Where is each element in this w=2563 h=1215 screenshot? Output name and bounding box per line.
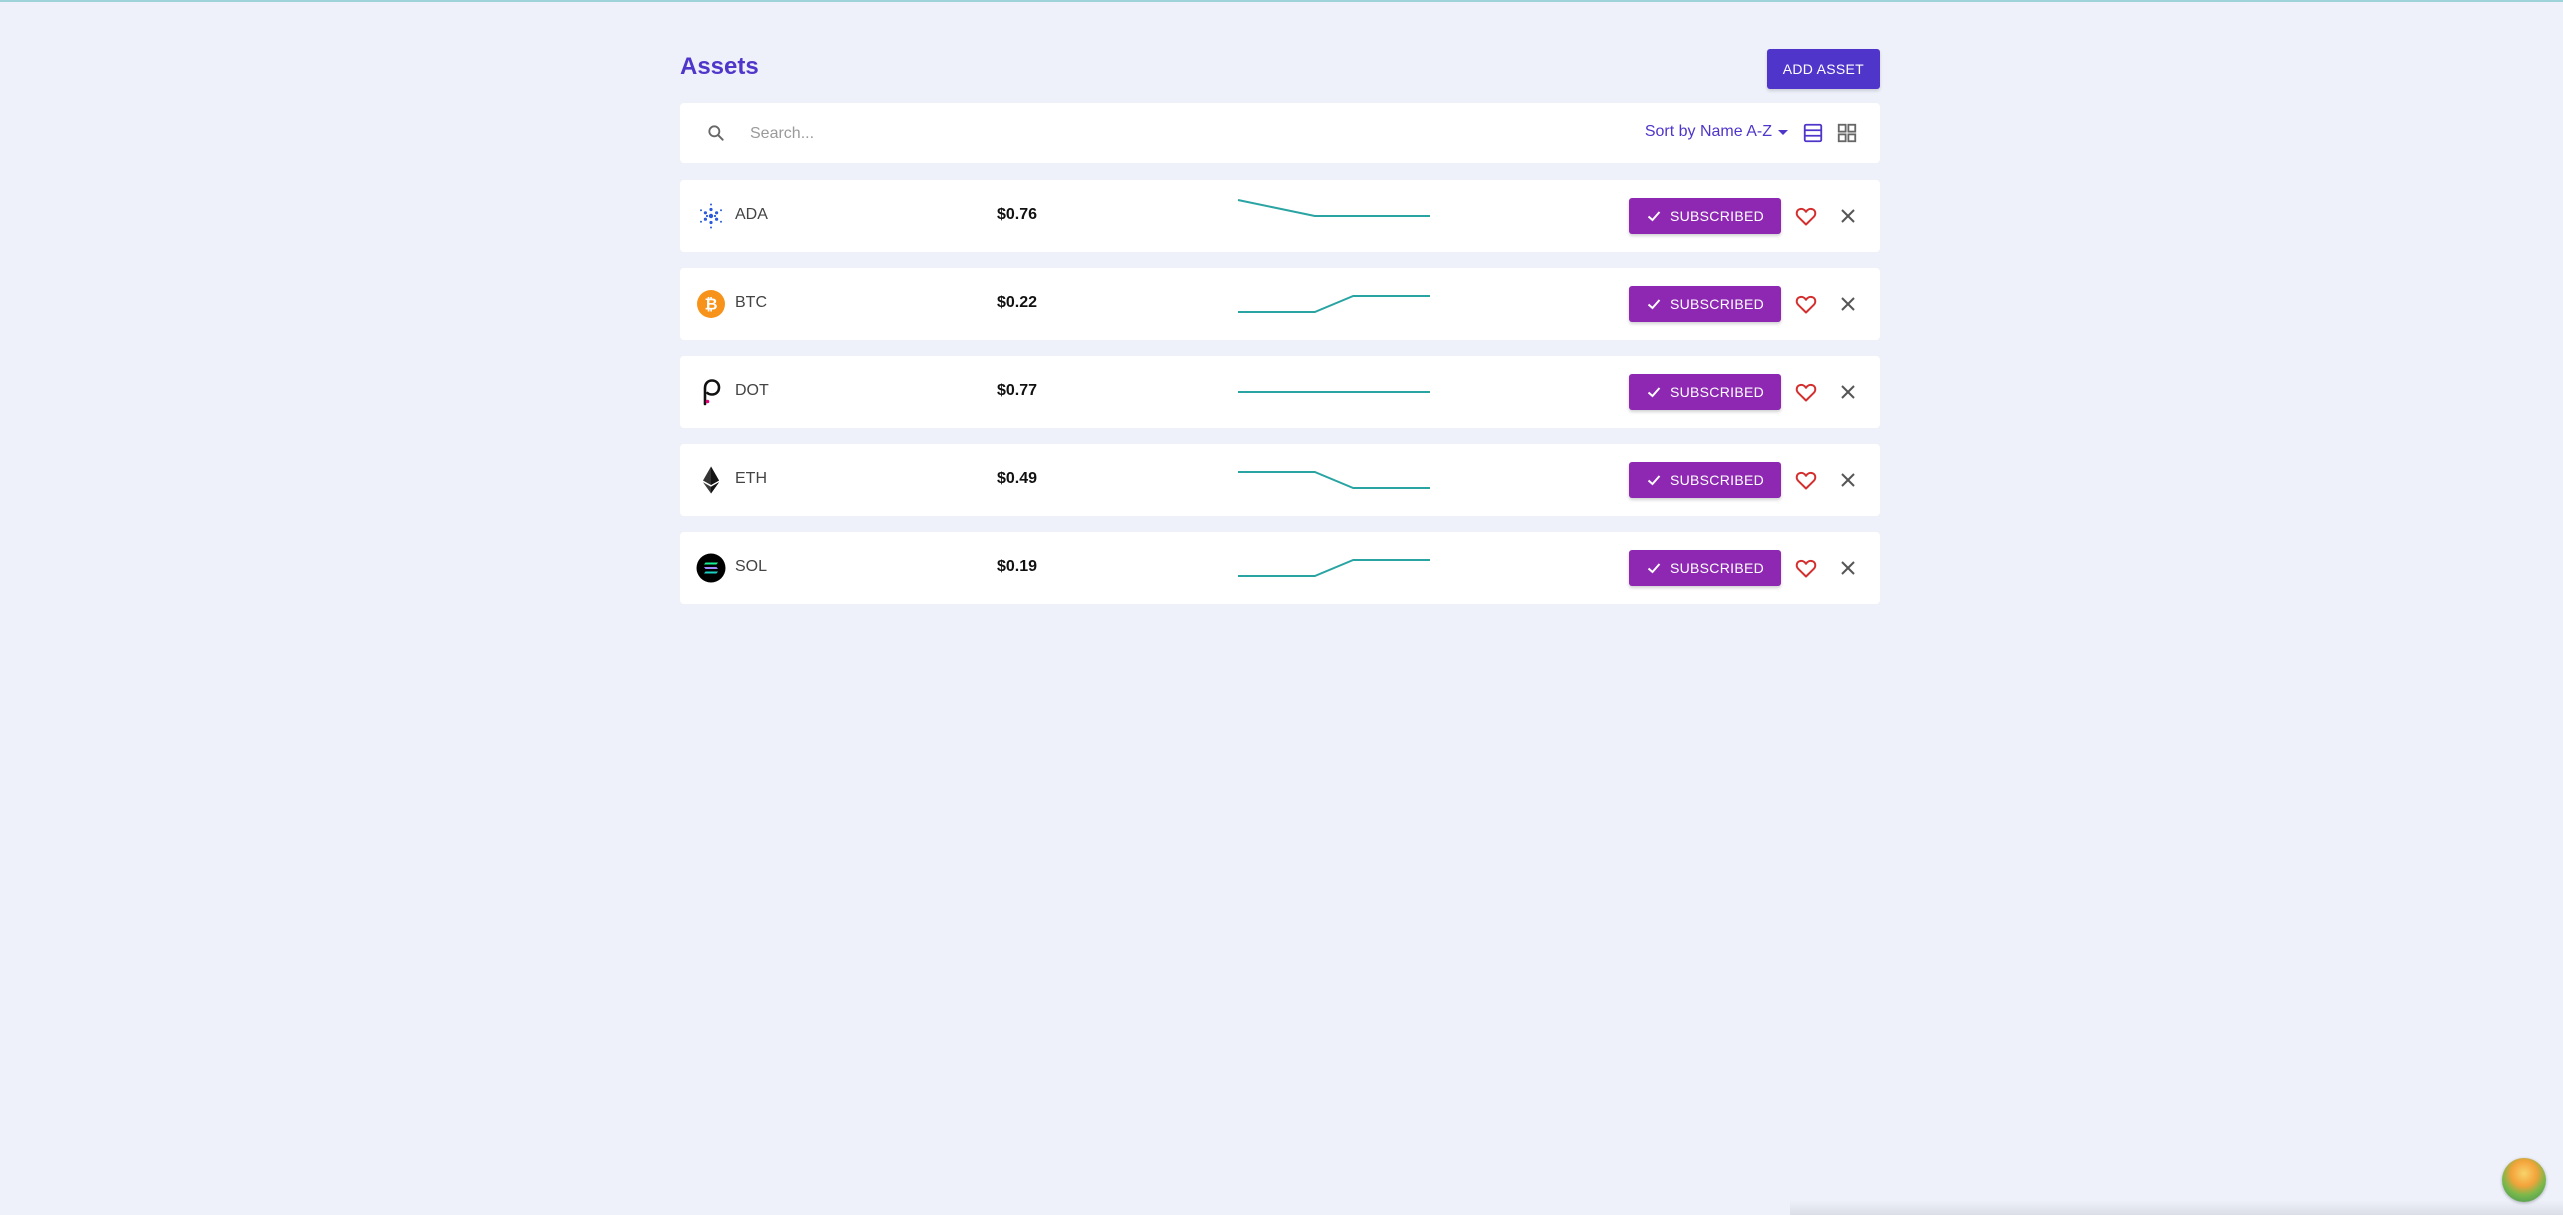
asset-price: $0.77	[996, 382, 1038, 399]
subscribed-button[interactable]: SUBSCRIBED	[1629, 462, 1781, 498]
search-input[interactable]	[748, 117, 1452, 151]
asset-row-dot[interactable]: DOT $0.77 SUBSCRIBED	[680, 356, 1880, 428]
add-asset-button[interactable]: ADD ASSET	[1766, 49, 1880, 89]
svg-text:₿: ₿	[704, 295, 717, 314]
subscribed-button[interactable]: SUBSCRIBED	[1629, 374, 1781, 410]
subscribed-label: SUBSCRIBED	[1669, 560, 1765, 576]
subscribed-label: SUBSCRIBED	[1669, 384, 1765, 400]
asset-price: $0.22	[996, 294, 1038, 311]
price-sparkline	[1238, 391, 1430, 393]
favorite-heart-icon[interactable]	[1794, 204, 1818, 228]
remove-close-icon[interactable]	[1836, 380, 1860, 404]
subscribed-label: SUBSCRIBED	[1669, 296, 1765, 312]
chevron-down-icon	[1778, 129, 1788, 135]
asset-symbol: ADA	[735, 206, 768, 223]
asset-price: $0.19	[996, 558, 1038, 575]
sort-dropdown[interactable]: Sort by Name A-Z	[1645, 123, 1788, 141]
asset-row-btc[interactable]: ₿ BTC $0.22 SUBSCRIBED	[680, 268, 1880, 340]
remove-close-icon[interactable]	[1836, 292, 1860, 316]
price-sparkline	[1238, 559, 1430, 577]
asset-symbol: DOT	[735, 382, 769, 399]
asset-row-eth[interactable]: ETH $0.49 SUBSCRIBED	[680, 444, 1880, 516]
price-sparkline	[1238, 295, 1430, 313]
favorite-heart-icon[interactable]	[1794, 292, 1818, 316]
search-toolbar: Sort by Name A-Z	[680, 103, 1880, 163]
asset-row-sol[interactable]: SOL $0.19 SUBSCRIBED	[680, 532, 1880, 604]
solana-icon	[696, 553, 726, 583]
check-icon	[1647, 299, 1661, 310]
avatar[interactable]	[2502, 1158, 2546, 1202]
subscribed-button[interactable]: SUBSCRIBED	[1629, 198, 1781, 234]
subscribed-label: SUBSCRIBED	[1669, 208, 1765, 224]
bottom-edge-shadow	[1790, 1200, 2563, 1215]
subscribed-label: SUBSCRIBED	[1669, 472, 1765, 488]
list-view-icon[interactable]	[1802, 122, 1824, 144]
asset-list: ADA $0.76 SUBSCRIBED ₿ BTC $0.22 SUBSCRI…	[680, 180, 1880, 620]
window-top-border	[0, 0, 2563, 2]
bitcoin-icon: ₿	[697, 290, 725, 318]
asset-price: $0.76	[996, 206, 1038, 223]
asset-price: $0.49	[996, 470, 1038, 487]
favorite-heart-icon[interactable]	[1794, 468, 1818, 492]
check-icon	[1647, 563, 1661, 574]
remove-close-icon[interactable]	[1836, 556, 1860, 580]
remove-close-icon[interactable]	[1836, 468, 1860, 492]
search-icon	[708, 125, 724, 141]
favorite-heart-icon[interactable]	[1794, 380, 1818, 404]
price-sparkline	[1237, 199, 1430, 217]
remove-close-icon[interactable]	[1836, 204, 1860, 228]
page-header: Assets ADD ASSET	[680, 49, 1880, 91]
asset-symbol: ETH	[735, 470, 767, 487]
subscribed-button[interactable]: SUBSCRIBED	[1629, 550, 1781, 586]
grid-view-icon[interactable]	[1836, 122, 1858, 144]
cardano-icon	[700, 203, 722, 229]
check-icon	[1647, 475, 1661, 486]
asset-symbol: SOL	[735, 558, 768, 575]
asset-row-ada[interactable]: ADA $0.76 SUBSCRIBED	[680, 180, 1880, 252]
asset-symbol: BTC	[735, 294, 767, 311]
page-title: Assets	[680, 53, 759, 80]
subscribed-button[interactable]: SUBSCRIBED	[1629, 286, 1781, 322]
check-icon	[1647, 211, 1661, 222]
sort-label: Sort by Name A-Z	[1644, 123, 1772, 140]
favorite-heart-icon[interactable]	[1794, 556, 1818, 580]
check-icon	[1647, 387, 1661, 398]
ethereum-icon	[703, 466, 719, 494]
price-sparkline	[1238, 471, 1430, 489]
polkadot-icon	[703, 379, 721, 406]
